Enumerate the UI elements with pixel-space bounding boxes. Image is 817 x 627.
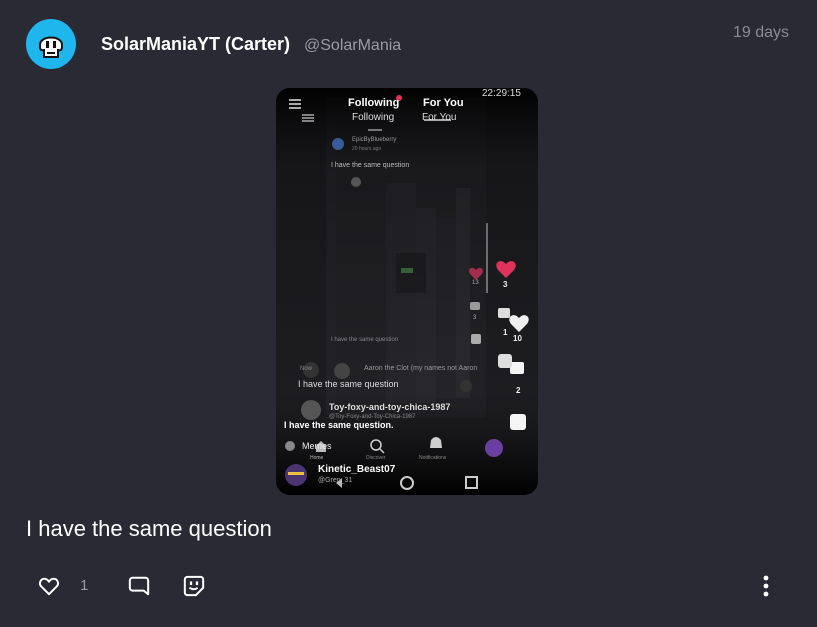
memes-label: Memes <box>302 441 332 451</box>
avatar-ghost-icon <box>39 36 63 58</box>
timestamp: 19 days <box>732 24 789 41</box>
sticker-button[interactable] <box>181 568 207 604</box>
bottom-user: Kinetic_Beast07 <box>318 464 396 475</box>
reply-text: I have the same question. <box>284 420 394 430</box>
tab-following: Following <box>348 97 400 109</box>
like-count: 1 <box>80 577 89 594</box>
nav-discover: Discover <box>366 455 386 461</box>
more-options-button[interactable] <box>753 568 779 604</box>
inner-text: I have the same question <box>331 162 410 169</box>
author-handle[interactable]: @SolarMania <box>304 37 401 55</box>
right-comment-count: 2 <box>516 386 521 395</box>
sticker-icon <box>183 575 205 597</box>
aaron-line: Aaron the Clot (my names not Aaron <box>364 365 478 372</box>
status-time: 22:29:15 <box>482 88 521 99</box>
like-button[interactable] <box>36 568 62 604</box>
embedded-screenshot-graphic <box>276 88 538 495</box>
inner-like-count: 13 <box>472 280 479 286</box>
label-now: Now <box>300 366 313 372</box>
inner-tab-for-you: For You <box>422 112 457 123</box>
nav-home: Home <box>310 455 324 461</box>
deep-text: I have the same question <box>331 337 399 343</box>
author-name[interactable]: SolarManiaYT (Carter) <box>101 34 290 55</box>
post-image[interactable]: 22:29:15 Following For You Following For… <box>276 88 538 495</box>
post-card: SolarManiaYT (Carter) @SolarMania 19 day… <box>0 0 817 627</box>
action-bar: 1 <box>0 568 817 604</box>
post-text: I have the same question <box>26 516 272 541</box>
outer-comment-count: 1 <box>503 328 508 337</box>
inner-comment-count: 3 <box>473 315 477 321</box>
inner-time: 20 hours ago <box>352 146 382 152</box>
right-like-count: 10 <box>513 334 522 343</box>
comment-icon <box>128 576 150 596</box>
outer-like-count: 3 <box>503 280 508 289</box>
comment-button[interactable] <box>126 568 152 604</box>
more-vertical-icon <box>763 575 769 597</box>
deep-question: I have the same question <box>298 379 399 389</box>
inner-user: EpicByBlueberry <box>352 137 397 143</box>
heart-icon <box>39 577 59 596</box>
reply-user: Toy-foxy-and-toy-chica-1987 <box>329 402 451 412</box>
tab-for-you: For You <box>423 97 464 109</box>
nav-notifications: Notifications <box>419 455 447 461</box>
inner-tab-following: Following <box>352 112 395 123</box>
bottom-handle: @Gren_31 <box>318 477 353 484</box>
avatar[interactable] <box>26 19 76 69</box>
